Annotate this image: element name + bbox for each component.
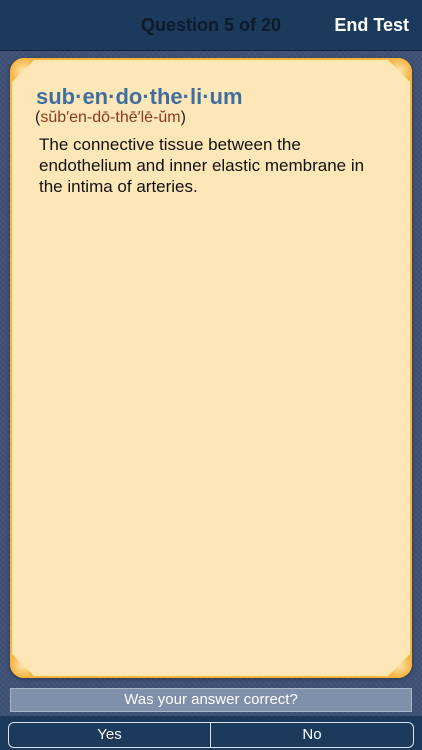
pronunciation-text: sŭb′en-dō-thē′lē-ŭm bbox=[40, 109, 181, 126]
navigation-bar: Question 5 of 20 End Test bbox=[0, 0, 422, 51]
no-button[interactable]: No bbox=[210, 722, 414, 748]
yes-button[interactable]: Yes bbox=[8, 722, 211, 748]
pronunciation-close-paren: ) bbox=[180, 109, 186, 126]
answer-toolbar: Yes No bbox=[0, 716, 422, 750]
card-corner-decoration bbox=[10, 58, 36, 84]
end-test-button[interactable]: End Test bbox=[334, 15, 409, 36]
definition-text: The connective tissue between the endoth… bbox=[39, 135, 365, 196]
pronunciation: (sŭb′en-dō-thē′lē-ŭm) bbox=[35, 109, 186, 127]
term-word: sub·en·do·the·li·um bbox=[36, 84, 243, 109]
flashcard: sub·en·do·the·li·um (sŭb′en-dō-thē′lē-ŭm… bbox=[10, 58, 412, 678]
answer-prompt: Was your answer correct? bbox=[10, 688, 412, 712]
card-corner-decoration bbox=[386, 652, 412, 678]
card-corner-decoration bbox=[10, 652, 36, 678]
card-corner-decoration bbox=[386, 58, 412, 84]
